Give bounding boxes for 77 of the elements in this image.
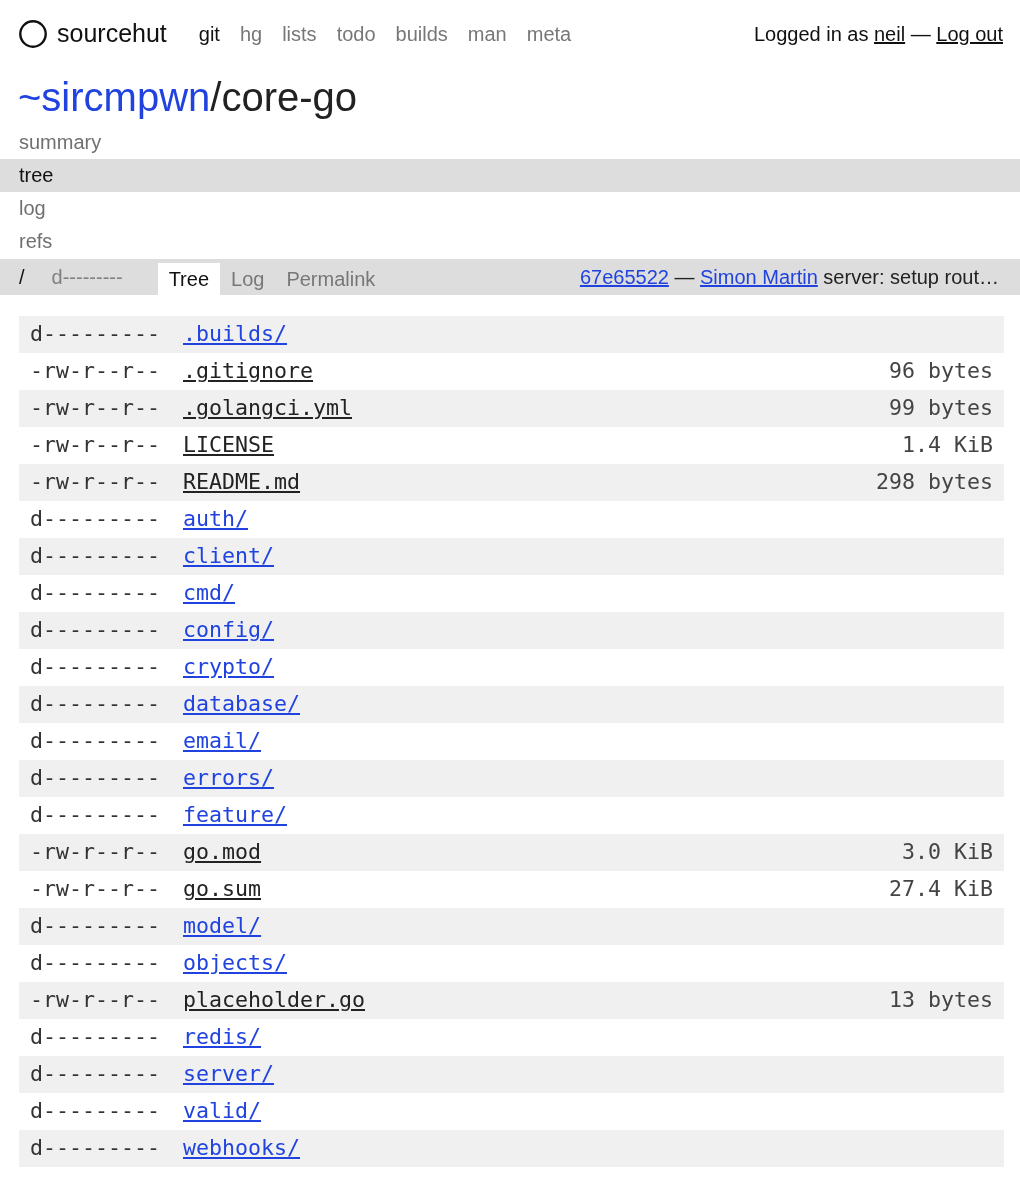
file-mode: d--------- [29, 764, 161, 793]
file-mode: d--------- [29, 616, 161, 645]
file-mode: -rw-r--r-- [29, 468, 161, 497]
login-status: Logged in as neil — Log out [753, 22, 1003, 47]
repo-nav-item[interactable]: tree [0, 159, 1020, 192]
logo-link[interactable]: sourcehut [57, 15, 167, 53]
file-mode: d--------- [29, 320, 161, 349]
file-link[interactable]: go.mod [183, 836, 261, 869]
file-mode: d--------- [29, 949, 161, 978]
repo-nav-item[interactable]: summary [0, 126, 1020, 159]
file-mode: -rw-r--r-- [29, 431, 161, 460]
nav-link[interactable]: todo [336, 19, 376, 49]
nav-link[interactable]: hg [239, 19, 263, 49]
file-link[interactable]: LICENSE [183, 429, 274, 462]
logout-link[interactable]: Log out [936, 23, 1003, 45]
mode-text: d--------- [51, 265, 123, 290]
file-mode: d--------- [29, 1060, 161, 1089]
repo-nav-item[interactable]: log [0, 192, 1020, 225]
file-size: 96 bytes [889, 357, 994, 386]
file-mode: d--------- [29, 579, 161, 608]
file-mode: d--------- [29, 505, 161, 534]
file-mode: d--------- [29, 1097, 161, 1126]
file-size: 13 bytes [889, 986, 994, 1015]
file-link[interactable]: .gitignore [183, 355, 313, 388]
directory-link[interactable]: client/ [183, 540, 274, 573]
directory-link[interactable]: redis/ [183, 1021, 261, 1054]
file-size: 298 bytes [876, 468, 994, 497]
directory-link[interactable]: server/ [183, 1058, 274, 1091]
file-mode: d--------- [29, 801, 161, 830]
ring-logo-icon[interactable] [19, 20, 47, 48]
directory-link[interactable]: database/ [183, 688, 300, 721]
path-text: / [19, 265, 25, 290]
directory-link[interactable]: config/ [183, 614, 274, 647]
author-link[interactable]: Simon Martin [700, 266, 818, 288]
repo-title: ~sircmpwn/core-go [18, 74, 357, 121]
directory-link[interactable]: webhooks/ [183, 1132, 300, 1165]
directory-link[interactable]: valid/ [183, 1095, 261, 1128]
owner-link[interactable]: ~sircmpwn [18, 75, 211, 119]
file-size: 99 bytes [889, 394, 994, 423]
file-mode: -rw-r--r-- [29, 394, 161, 423]
commit-hash-link[interactable]: 67e65522 [579, 266, 669, 288]
directory-link[interactable]: email/ [183, 725, 261, 758]
nav-link[interactable]: lists [282, 19, 317, 49]
file-mode: -rw-r--r-- [29, 357, 161, 386]
username-link[interactable]: neil [874, 23, 906, 45]
file-mode: -rw-r--r-- [29, 986, 161, 1015]
file-link[interactable]: .golangci.yml [183, 392, 352, 425]
file-link[interactable]: go.sum [183, 873, 261, 906]
file-link[interactable]: placeholder.go [183, 984, 365, 1017]
directory-link[interactable]: cmd/ [183, 577, 235, 610]
nav-link[interactable]: git [198, 19, 220, 49]
directory-link[interactable]: crypto/ [183, 651, 274, 684]
repo-nav-item[interactable]: refs [0, 225, 1020, 258]
directory-link[interactable]: model/ [183, 910, 261, 943]
file-mode: -rw-r--r-- [29, 875, 161, 904]
file-mode: d--------- [29, 1134, 161, 1163]
file-mode: d--------- [29, 727, 161, 756]
nav-link[interactable]: man [467, 19, 507, 49]
file-mode: d--------- [29, 690, 161, 719]
file-size: 27.4 KiB [889, 875, 994, 904]
file-mode: d--------- [29, 1023, 161, 1052]
file-size: 1.4 KiB [902, 431, 994, 460]
nav-link[interactable]: meta [526, 19, 572, 49]
file-link[interactable]: README.md [183, 466, 300, 499]
directory-link[interactable]: .builds/ [183, 318, 287, 351]
file-mode: -rw-r--r-- [29, 838, 161, 867]
commit-summary: 67e65522 — Simon Martin server: setup rout… [579, 265, 999, 290]
directory-link[interactable]: feature/ [183, 799, 287, 832]
file-mode: d--------- [29, 542, 161, 571]
directory-link[interactable]: errors/ [183, 762, 274, 795]
file-mode: d--------- [29, 912, 161, 941]
directory-link[interactable]: objects/ [183, 947, 287, 980]
view-tab[interactable]: Tree [157, 263, 221, 295]
file-size: 3.0 KiB [902, 838, 994, 867]
nav-link[interactable]: builds [395, 19, 448, 49]
directory-link[interactable]: auth/ [183, 503, 248, 536]
file-mode: d--------- [29, 653, 161, 682]
